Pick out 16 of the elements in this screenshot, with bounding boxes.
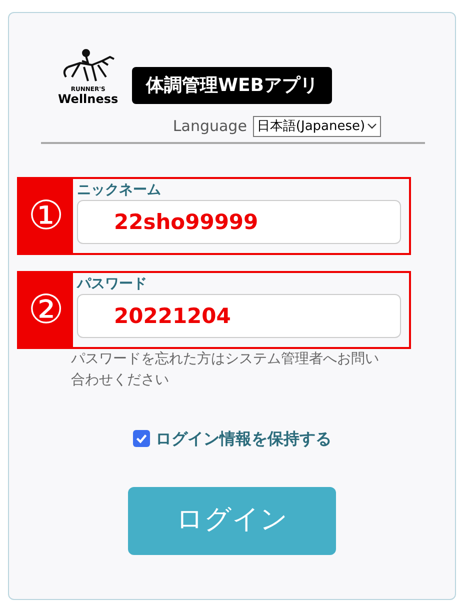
remember-label: ログイン情報を保持する	[156, 428, 332, 450]
field-label: パスワード	[77, 274, 148, 294]
field-label: ニックネーム	[77, 180, 162, 200]
language-select[interactable]: 日本語(Japanese)	[252, 116, 382, 137]
check-icon	[134, 432, 148, 445]
logo-brand: Wellness	[58, 93, 118, 105]
app-title: 体調管理WEBアプリ	[132, 67, 332, 104]
login-button[interactable]: ログイン	[128, 486, 336, 554]
step-number: ①	[19, 178, 73, 252]
language-label: Language	[172, 116, 247, 137]
input-field[interactable]: 20221204	[77, 294, 401, 338]
chevron-down-icon	[367, 122, 378, 130]
remember-checkbox[interactable]	[132, 430, 150, 447]
input-field[interactable]: 22sho99999	[77, 200, 401, 244]
help-text: パスワードを忘れた方はシステム管理者へお問い合わせください	[71, 350, 380, 390]
step-number: ②	[19, 272, 73, 346]
